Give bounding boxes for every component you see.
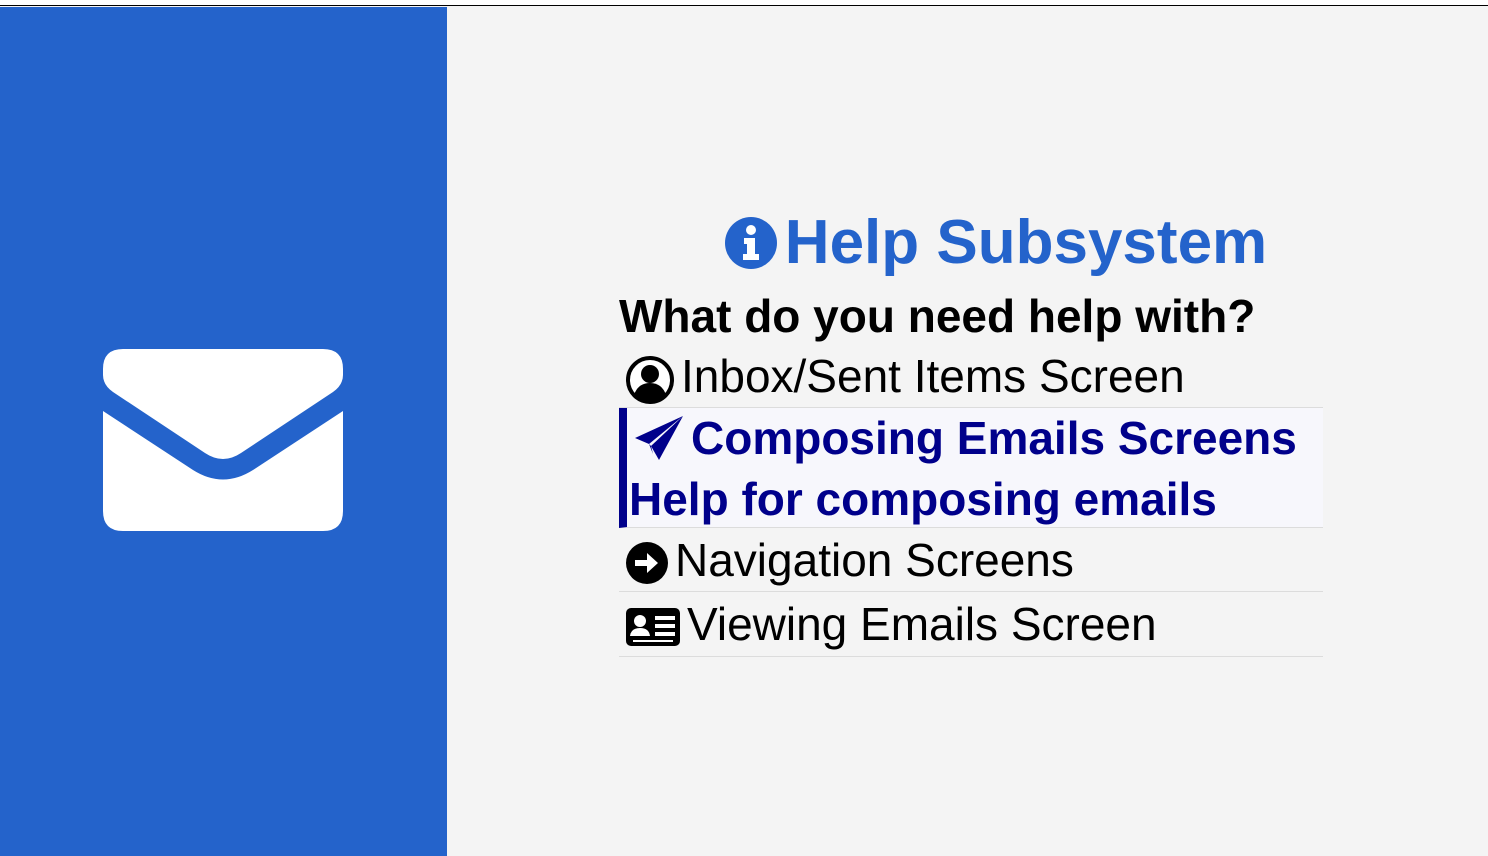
help-main-panel: Help Subsystem What do you need help wit… bbox=[447, 7, 1488, 856]
help-topic-label: Viewing Emails Screen bbox=[687, 598, 1157, 650]
help-topic-list: Inbox/Sent Items Screen Composing Emails… bbox=[619, 344, 1323, 657]
help-topic-description: Help for composing emails bbox=[629, 472, 1217, 525]
id-card-icon bbox=[626, 608, 680, 646]
help-topic-navigation[interactable]: Navigation Screens bbox=[619, 528, 1323, 592]
help-topic-label: Composing Emails Screens bbox=[691, 411, 1297, 464]
window-top-border bbox=[0, 0, 1488, 6]
help-question: What do you need help with? bbox=[619, 290, 1256, 342]
help-topic-label: Navigation Screens bbox=[675, 533, 1074, 586]
help-topic-viewing[interactable]: Viewing Emails Screen bbox=[619, 592, 1323, 657]
arrow-circle-right-icon bbox=[626, 541, 668, 584]
help-topic-inbox-sent[interactable]: Inbox/Sent Items Screen bbox=[619, 344, 1323, 408]
sidebar bbox=[0, 7, 447, 856]
help-topic-composing-selected[interactable]: Composing Emails Screens Help for compos… bbox=[619, 408, 1323, 528]
info-circle-icon bbox=[724, 217, 777, 269]
paper-plane-icon bbox=[635, 415, 683, 460]
user-circle-icon bbox=[626, 355, 674, 404]
page-title: Help Subsystem bbox=[784, 208, 1268, 277]
help-header: Help Subsystem bbox=[475, 212, 1488, 274]
help-topic-label: Inbox/Sent Items Screen bbox=[681, 349, 1185, 402]
mail-envelope-icon bbox=[103, 349, 343, 531]
